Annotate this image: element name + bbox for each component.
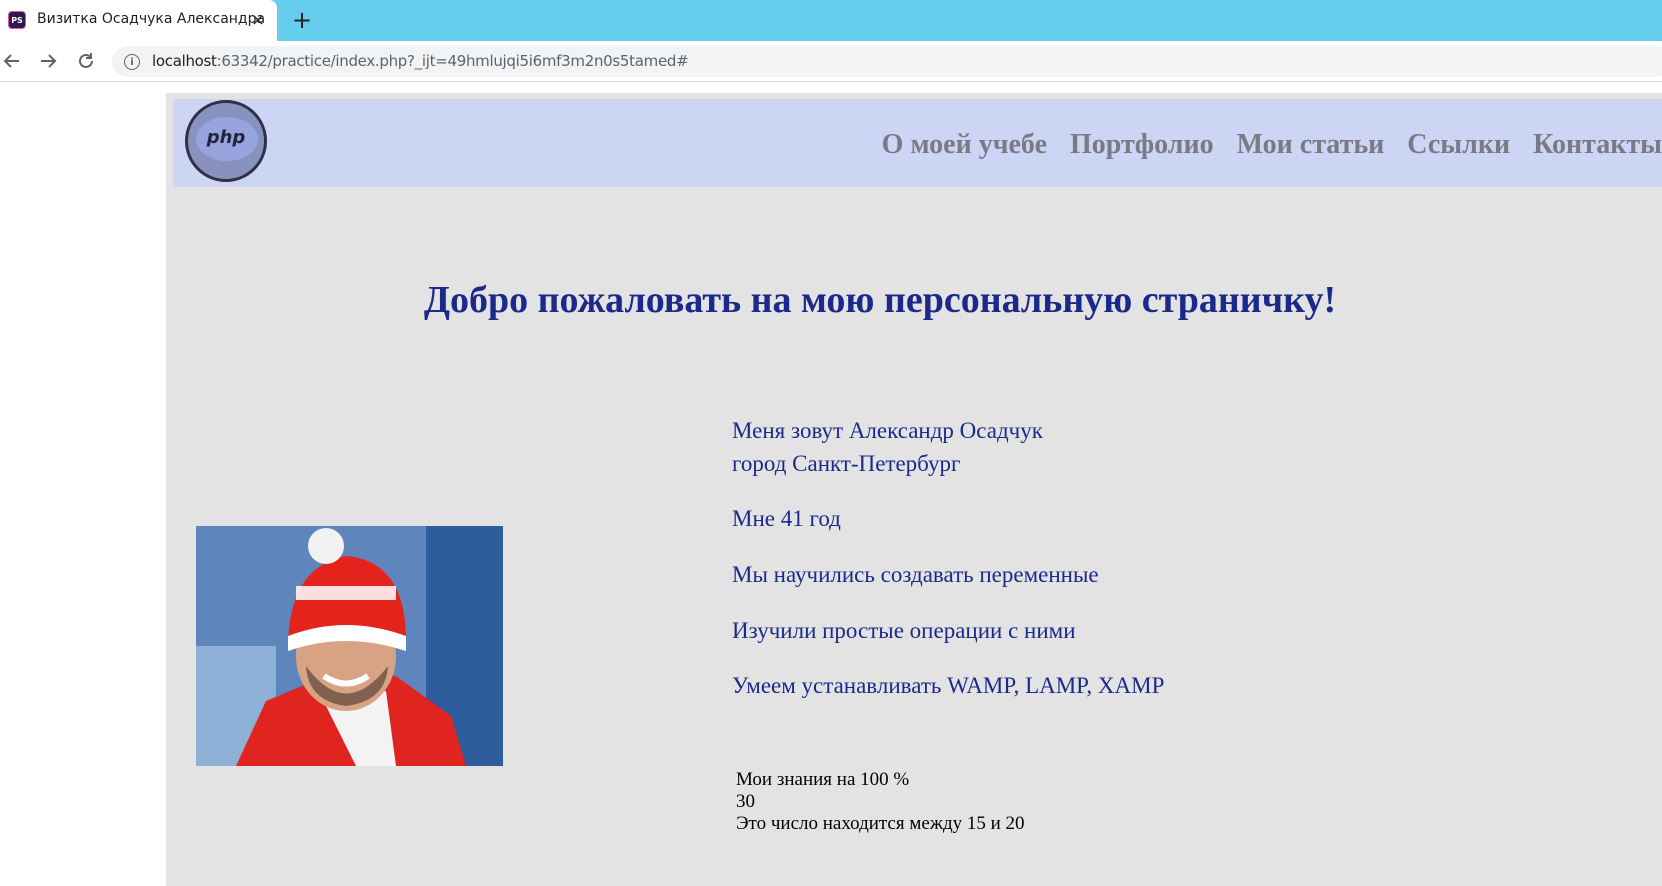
browser-tab[interactable]: PS Визитка Осадчука Александра × — [0, 0, 277, 41]
info-age: Мне 41 год — [732, 506, 841, 531]
profile-photo — [196, 526, 503, 766]
tab-close-icon[interactable]: × — [248, 9, 268, 29]
nav-item-contacts[interactable]: Контакты — [1533, 129, 1662, 161]
knowledge-number: 30 — [736, 791, 755, 812]
main-nav: О моей учебе Портфолио Мои статьи Ссылки… — [859, 129, 1662, 161]
page-container: php О моей учебе Портфолио Мои статьи Сс… — [166, 93, 1662, 886]
phpstorm-favicon-icon: PS — [8, 11, 26, 29]
php-logo: php — [185, 100, 267, 182]
nav-item-links[interactable]: Ссылки — [1407, 129, 1510, 161]
browser-tabbar: PS Визитка Осадчука Александра × + — [0, 0, 1662, 41]
nav-item-portfolio[interactable]: Портфолио — [1070, 129, 1214, 161]
reload-icon[interactable] — [74, 49, 98, 73]
info-operations: Изучили простые операции с ними — [732, 618, 1076, 643]
browser-toolbar: i localhost:63342/practice/index.php?_ij… — [0, 41, 1662, 82]
back-arrow-icon[interactable] — [0, 49, 24, 73]
new-tab-icon[interactable]: + — [290, 8, 314, 32]
address-bar[interactable]: i localhost:63342/practice/index.php?_ij… — [112, 46, 1662, 77]
knowledge-block: Мои знания на 100 % 30 Это число находит… — [736, 769, 1025, 835]
url-text[interactable]: localhost:63342/practice/index.php?_ijt=… — [152, 52, 689, 70]
info-variables: Мы научились создавать переменные — [732, 562, 1099, 587]
logo-text: php — [206, 127, 246, 148]
tab-title: Визитка Осадчука Александра — [37, 11, 266, 27]
page-title: Добро пожаловать на мою персональную стр… — [423, 279, 1337, 321]
site-info-icon[interactable]: i — [124, 54, 140, 70]
info-city: город Санкт-Петербург — [732, 451, 961, 476]
info-name: Меня зовут Александр Осадчук — [732, 418, 1043, 443]
knowledge-line: Мои знания на 100 % — [736, 769, 910, 790]
nav-item-study[interactable]: О моей учебе — [882, 129, 1047, 161]
forward-arrow-icon[interactable] — [36, 49, 60, 73]
page-viewport: php О моей учебе Портфолио Мои статьи Сс… — [0, 83, 1662, 886]
knowledge-range: Это число находится между 15 и 20 — [736, 813, 1025, 834]
info-servers: Умеем устанавливать WAMP, LAMP, XAMP — [732, 673, 1165, 698]
nav-item-articles[interactable]: Мои статьи — [1237, 129, 1385, 161]
site-header: php О моей учебе Портфолио Мои статьи Сс… — [173, 99, 1662, 187]
